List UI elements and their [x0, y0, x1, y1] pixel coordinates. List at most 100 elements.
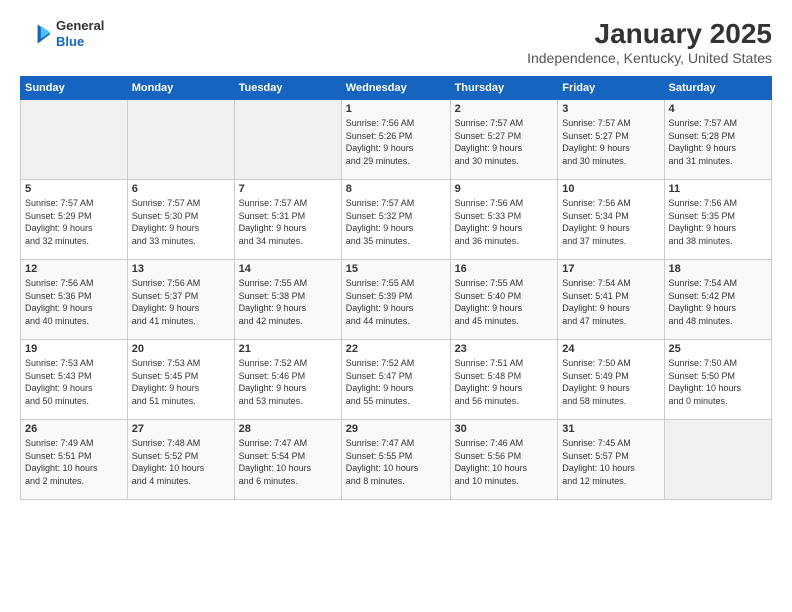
day-number: 7 [239, 183, 337, 195]
calendar-cell: 16Sunrise: 7:55 AM Sunset: 5:40 PM Dayli… [450, 260, 558, 340]
calendar-body: 1Sunrise: 7:56 AM Sunset: 5:26 PM Daylig… [21, 100, 772, 500]
day-info: Sunrise: 7:56 AM Sunset: 5:35 PM Dayligh… [669, 197, 767, 247]
calendar-cell: 5 Sunrise: 7:57 AM Sunset: 5:29 PM Daylig… [21, 180, 128, 260]
page: General Blue January 2025 Independence, … [0, 0, 792, 612]
weekday-header-thursday: Thursday [450, 77, 558, 100]
calendar-cell: 2 Sunrise: 7:57 AM Sunset: 5:27 PM Daylig… [450, 100, 558, 180]
day-info: Sunrise: 7:49 AM Sunset: 5:51 PM Dayligh… [25, 437, 123, 487]
day-number: 21 [239, 343, 337, 355]
day-info: Sunrise: 7:47 AM Sunset: 5:54 PM Dayligh… [239, 437, 337, 487]
logo-general: General [56, 18, 104, 34]
calendar-cell [21, 100, 128, 180]
day-number: 3 [562, 103, 659, 115]
calendar-table: SundayMondayTuesdayWednesdayThursdayFrid… [20, 76, 772, 500]
day-number: 19 [25, 343, 123, 355]
calendar-cell: 13Sunrise: 7:56 AM Sunset: 5:37 PM Dayli… [127, 260, 234, 340]
weekday-header-friday: Friday [558, 77, 664, 100]
calendar-cell [664, 420, 771, 500]
day-info: Sunrise: 7:51 AM Sunset: 5:48 PM Dayligh… [455, 357, 554, 407]
day-info: Sunrise: 7:53 AM Sunset: 5:45 PM Dayligh… [132, 357, 230, 407]
calendar-cell: 6Sunrise: 7:57 AM Sunset: 5:30 PM Daylig… [127, 180, 234, 260]
calendar-cell: 3 Sunrise: 7:57 AM Sunset: 5:27 PM Daylig… [558, 100, 664, 180]
day-number: 26 [25, 423, 123, 435]
day-info: Sunrise: 7:56 AM Sunset: 5:34 PM Dayligh… [562, 197, 659, 247]
day-info: Sunrise: 7:55 AM Sunset: 5:38 PM Dayligh… [239, 277, 337, 327]
day-info: Sunrise: 7:45 AM Sunset: 5:57 PM Dayligh… [562, 437, 659, 487]
logo-text: General Blue [56, 18, 104, 49]
day-info: Sunrise: 7:57 AM Sunset: 5:31 PM Dayligh… [239, 197, 337, 247]
day-number: 13 [132, 263, 230, 275]
day-info: Sunrise: 7:57 AM Sunset: 5:29 PM Dayligh… [25, 197, 123, 247]
calendar-cell: 15 Sunrise: 7:55 AM Sunset: 5:39 PM Dayli… [341, 260, 450, 340]
day-number: 30 [455, 423, 554, 435]
day-number: 17 [562, 263, 659, 275]
calendar-cell: 18 Sunrise: 7:54 AM Sunset: 5:42 PM Dayli… [664, 260, 771, 340]
calendar-cell: 7 Sunrise: 7:57 AM Sunset: 5:31 PM Daylig… [234, 180, 341, 260]
logo-icon [20, 18, 52, 50]
calendar-cell [234, 100, 341, 180]
calendar-cell: 11 Sunrise: 7:56 AM Sunset: 5:35 PM Dayli… [664, 180, 771, 260]
day-info: Sunrise: 7:57 AM Sunset: 5:27 PM Dayligh… [562, 117, 659, 167]
weekday-header-saturday: Saturday [664, 77, 771, 100]
day-number: 24 [562, 343, 659, 355]
calendar-cell: 26 Sunrise: 7:49 AM Sunset: 5:51 PM Dayli… [21, 420, 128, 500]
day-info: Sunrise: 7:56 AM Sunset: 5:33 PM Dayligh… [455, 197, 554, 247]
day-info: Sunrise: 7:57 AM Sunset: 5:27 PM Dayligh… [455, 117, 554, 167]
day-number: 6 [132, 183, 230, 195]
day-number: 20 [132, 343, 230, 355]
day-number: 28 [239, 423, 337, 435]
day-number: 31 [562, 423, 659, 435]
day-number: 4 [669, 103, 767, 115]
day-number: 27 [132, 423, 230, 435]
calendar-cell: 25Sunrise: 7:50 AM Sunset: 5:50 PM Dayli… [664, 340, 771, 420]
calendar-cell: 23 Sunrise: 7:51 AM Sunset: 5:48 PM Dayli… [450, 340, 558, 420]
calendar-cell: 4Sunrise: 7:57 AM Sunset: 5:28 PM Daylig… [664, 100, 771, 180]
day-info: Sunrise: 7:55 AM Sunset: 5:40 PM Dayligh… [455, 277, 554, 327]
day-info: Sunrise: 7:56 AM Sunset: 5:36 PM Dayligh… [25, 277, 123, 327]
weekday-header-tuesday: Tuesday [234, 77, 341, 100]
day-number: 18 [669, 263, 767, 275]
day-number: 1 [346, 103, 446, 115]
day-number: 11 [669, 183, 767, 195]
calendar-cell: 9 Sunrise: 7:56 AM Sunset: 5:33 PM Daylig… [450, 180, 558, 260]
logo: General Blue [20, 18, 104, 50]
day-info: Sunrise: 7:54 AM Sunset: 5:41 PM Dayligh… [562, 277, 659, 327]
day-info: Sunrise: 7:54 AM Sunset: 5:42 PM Dayligh… [669, 277, 767, 327]
subtitle: Independence, Kentucky, United States [527, 50, 772, 66]
calendar-cell [127, 100, 234, 180]
calendar-cell: 27 Sunrise: 7:48 AM Sunset: 5:52 PM Dayli… [127, 420, 234, 500]
calendar-cell: 12Sunrise: 7:56 AM Sunset: 5:36 PM Dayli… [21, 260, 128, 340]
calendar-cell: 14 Sunrise: 7:55 AM Sunset: 5:38 PM Dayli… [234, 260, 341, 340]
calendar-cell: 29Sunrise: 7:47 AM Sunset: 5:55 PM Dayli… [341, 420, 450, 500]
header: General Blue January 2025 Independence, … [20, 18, 772, 66]
day-number: 23 [455, 343, 554, 355]
day-number: 10 [562, 183, 659, 195]
calendar-week-1: 5 Sunrise: 7:57 AM Sunset: 5:29 PM Daylig… [21, 180, 772, 260]
day-info: Sunrise: 7:47 AM Sunset: 5:55 PM Dayligh… [346, 437, 446, 487]
day-info: Sunrise: 7:48 AM Sunset: 5:52 PM Dayligh… [132, 437, 230, 487]
day-number: 15 [346, 263, 446, 275]
day-number: 14 [239, 263, 337, 275]
calendar-week-4: 26 Sunrise: 7:49 AM Sunset: 5:51 PM Dayli… [21, 420, 772, 500]
calendar-week-2: 12Sunrise: 7:56 AM Sunset: 5:36 PM Dayli… [21, 260, 772, 340]
day-info: Sunrise: 7:57 AM Sunset: 5:32 PM Dayligh… [346, 197, 446, 247]
calendar-week-0: 1Sunrise: 7:56 AM Sunset: 5:26 PM Daylig… [21, 100, 772, 180]
day-info: Sunrise: 7:50 AM Sunset: 5:49 PM Dayligh… [562, 357, 659, 407]
main-title: January 2025 [527, 18, 772, 50]
calendar-cell: 21 Sunrise: 7:52 AM Sunset: 5:46 PM Dayli… [234, 340, 341, 420]
weekday-header-sunday: Sunday [21, 77, 128, 100]
day-number: 8 [346, 183, 446, 195]
weekday-header-wednesday: Wednesday [341, 77, 450, 100]
calendar-cell: 19Sunrise: 7:53 AM Sunset: 5:43 PM Dayli… [21, 340, 128, 420]
calendar-cell: 28 Sunrise: 7:47 AM Sunset: 5:54 PM Dayli… [234, 420, 341, 500]
day-number: 22 [346, 343, 446, 355]
weekday-row: SundayMondayTuesdayWednesdayThursdayFrid… [21, 77, 772, 100]
day-number: 9 [455, 183, 554, 195]
calendar-week-3: 19Sunrise: 7:53 AM Sunset: 5:43 PM Dayli… [21, 340, 772, 420]
day-info: Sunrise: 7:52 AM Sunset: 5:46 PM Dayligh… [239, 357, 337, 407]
day-number: 2 [455, 103, 554, 115]
calendar-cell: 1Sunrise: 7:56 AM Sunset: 5:26 PM Daylig… [341, 100, 450, 180]
day-number: 25 [669, 343, 767, 355]
day-info: Sunrise: 7:55 AM Sunset: 5:39 PM Dayligh… [346, 277, 446, 327]
day-number: 5 [25, 183, 123, 195]
